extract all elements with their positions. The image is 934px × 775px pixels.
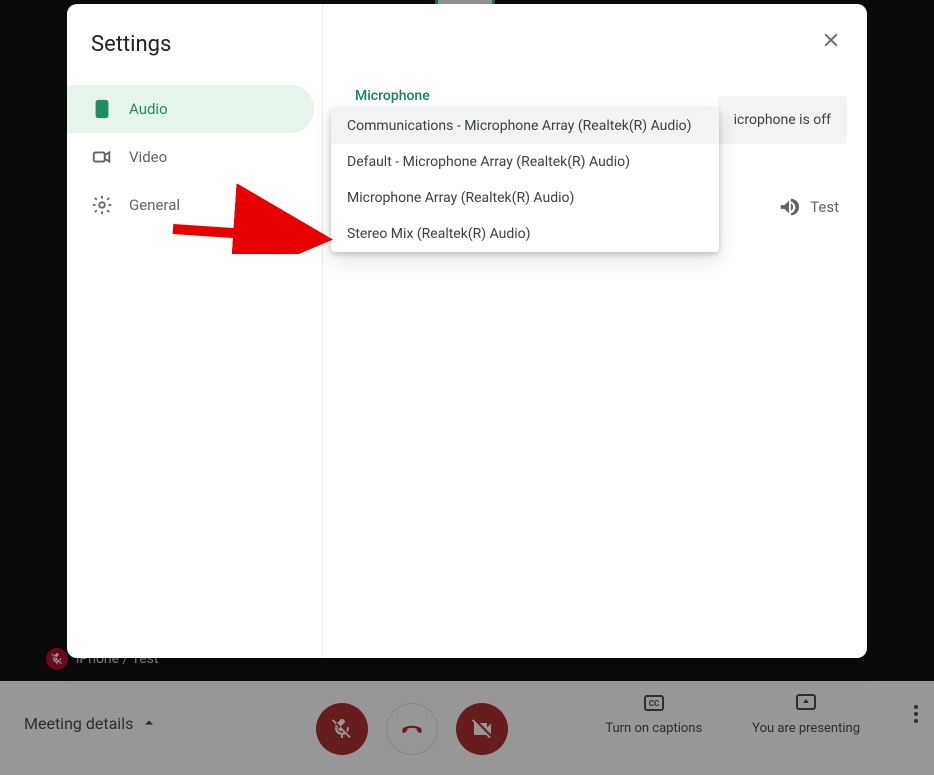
- sidebar-item-label: Audio: [129, 100, 168, 118]
- close-icon: [820, 29, 842, 51]
- microphone-dropdown-menu: Communications - Microphone Array (Realt…: [331, 108, 719, 252]
- settings-sidebar: Settings Audio Video General: [67, 4, 323, 658]
- speaker-icon: [91, 98, 113, 120]
- settings-title: Settings: [67, 32, 322, 85]
- settings-content: Microphone icrophone is off Test Communi…: [323, 4, 867, 658]
- microphone-option[interactable]: Microphone Array (Realtek(R) Audio): [331, 180, 719, 216]
- speaker-test-button[interactable]: Test: [778, 196, 839, 218]
- sidebar-item-general[interactable]: General: [67, 181, 314, 229]
- video-icon: [91, 146, 113, 168]
- microphone-option[interactable]: Stereo Mix (Realtek(R) Audio): [331, 216, 719, 252]
- sidebar-item-audio[interactable]: Audio: [67, 85, 314, 133]
- mic-status-text: icrophone is off: [734, 112, 831, 128]
- sidebar-item-video[interactable]: Video: [67, 133, 314, 181]
- sidebar-item-label: General: [129, 196, 180, 214]
- settings-dialog: Settings Audio Video General Microphone …: [67, 4, 867, 658]
- gear-icon: [91, 194, 113, 216]
- microphone-option[interactable]: Default - Microphone Array (Realtek(R) A…: [331, 144, 719, 180]
- volume-icon: [778, 196, 800, 218]
- sidebar-item-label: Video: [129, 148, 167, 166]
- close-button[interactable]: [811, 20, 851, 60]
- test-label: Test: [810, 198, 839, 216]
- microphone-option[interactable]: Communications - Microphone Array (Realt…: [331, 108, 719, 144]
- mic-status-chip: icrophone is off: [718, 96, 847, 144]
